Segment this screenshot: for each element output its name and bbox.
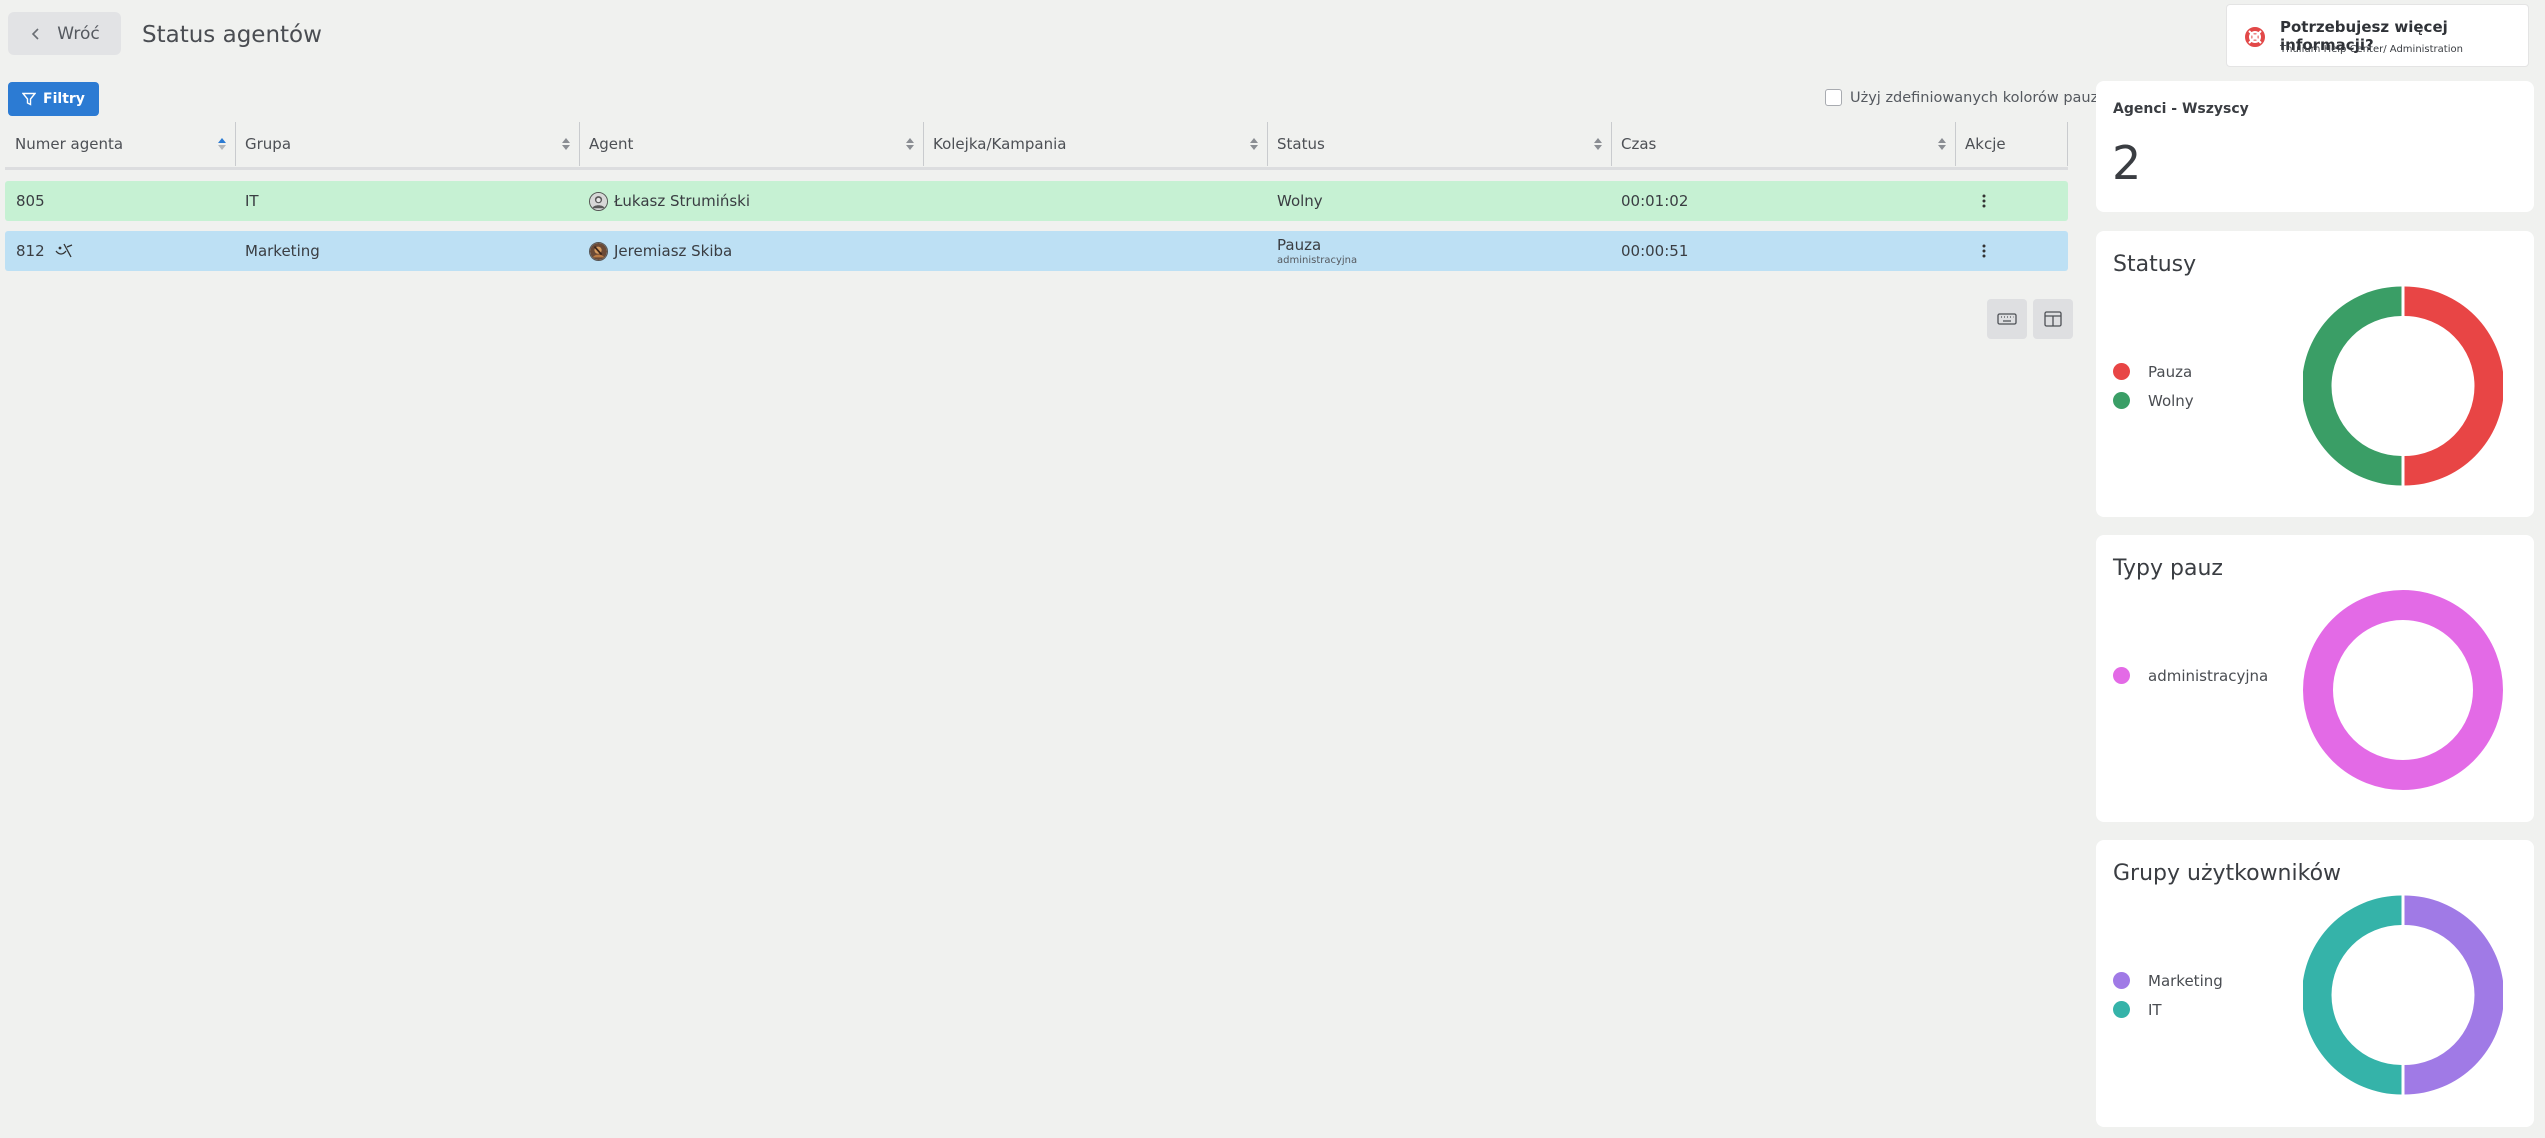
back-button[interactable]: Wróć bbox=[8, 12, 121, 55]
legend-label: Pauza bbox=[2148, 362, 2193, 381]
sort-ascending-icon[interactable] bbox=[217, 137, 227, 151]
kebab-menu-icon[interactable] bbox=[1982, 242, 1986, 260]
kebab-menu-icon[interactable] bbox=[1982, 192, 1986, 210]
legend-label: administracyjna bbox=[2148, 666, 2269, 685]
help-center-box[interactable]: Potrzebujesz więcej informacji? Thulium … bbox=[2226, 4, 2529, 67]
table-row[interactable]: 812 Marketing Jeremiasz Skiba Pauza admi… bbox=[5, 231, 2068, 271]
page-title: Status agentów bbox=[142, 22, 322, 48]
legend-dot bbox=[2113, 392, 2130, 409]
column-header-label: Grupa bbox=[245, 134, 292, 153]
column-header-label: Czas bbox=[1621, 134, 1657, 153]
statuses-card: Statusy Pauza Wolny bbox=[2096, 231, 2534, 517]
agent-number-cell: 812 bbox=[16, 231, 74, 271]
statuses-title: Statusy bbox=[2113, 252, 2197, 277]
legend-item[interactable]: Wolny bbox=[2113, 386, 2194, 415]
back-button-label: Wróć bbox=[57, 23, 100, 44]
user-groups-legend: Marketing IT bbox=[2113, 966, 2223, 1024]
legend-label: Wolny bbox=[2148, 391, 2194, 410]
sort-icon[interactable] bbox=[905, 137, 915, 151]
donut-slice-pause[interactable] bbox=[2404, 286, 2504, 486]
user-groups-title: Grupy użytkowników bbox=[2113, 861, 2342, 886]
pause-emotion-icon bbox=[55, 243, 72, 258]
avatar bbox=[589, 241, 608, 261]
column-header-agent-number[interactable]: Numer agenta bbox=[5, 120, 235, 167]
agent-name: Łukasz Strumiński bbox=[614, 192, 751, 210]
columns-button[interactable] bbox=[2033, 299, 2073, 339]
legend-item[interactable]: administracyjna bbox=[2113, 661, 2268, 690]
agent-name: Jeremiasz Skiba bbox=[614, 242, 733, 260]
legend-label: Marketing bbox=[2148, 971, 2223, 990]
agent-cell: Jeremiasz Skiba bbox=[589, 231, 732, 271]
time-cell: 00:01:02 bbox=[1621, 192, 1689, 210]
legend-item[interactable]: Pauza bbox=[2113, 357, 2194, 386]
user-groups-donut-chart bbox=[2303, 895, 2503, 1095]
agent-number: 812 bbox=[16, 242, 45, 260]
filter-icon bbox=[22, 92, 37, 106]
keyboard-shortcuts-button[interactable] bbox=[1987, 299, 2027, 339]
user-groups-card: Grupy użytkowników Marketing IT bbox=[2096, 840, 2534, 1127]
donut-slice-administrative[interactable] bbox=[2303, 590, 2503, 790]
pause-types-title: Typy pauz bbox=[2113, 556, 2223, 581]
agents-count-value: 2 bbox=[2112, 136, 2142, 190]
status-label: Pauza bbox=[1277, 236, 1322, 254]
agents-count-card: Agenci - Wszyscy 2 bbox=[2096, 81, 2534, 212]
column-header-actions: Akcje bbox=[1955, 120, 2065, 167]
legend-dot bbox=[2113, 972, 2130, 989]
agent-number-cell: 805 bbox=[16, 192, 45, 210]
column-header-label: Agent bbox=[589, 134, 634, 153]
legend-item[interactable]: IT bbox=[2113, 995, 2223, 1024]
pause-colors-checkbox[interactable] bbox=[1825, 89, 1842, 106]
column-header-label: Akcje bbox=[1965, 134, 2006, 153]
status-label: Wolny bbox=[1277, 192, 1323, 210]
column-header-label: Numer agenta bbox=[15, 134, 124, 153]
pause-types-legend: administracyjna bbox=[2113, 661, 2268, 690]
table-header: Numer agenta Grupa Agent Kolejka/Kampani… bbox=[5, 120, 2068, 170]
sort-icon[interactable] bbox=[1593, 137, 1603, 151]
donut-slice-free[interactable] bbox=[2303, 286, 2402, 486]
sort-icon[interactable] bbox=[561, 137, 571, 151]
status-sublabel: administracyjna bbox=[1277, 255, 1358, 266]
column-header-time[interactable]: Czas bbox=[1611, 120, 1955, 167]
column-header-queue[interactable]: Kolejka/Kampania bbox=[923, 120, 1267, 167]
pause-colors-toggle[interactable]: Użyj zdefiniowanych kolorów pauz bbox=[1825, 89, 2098, 106]
columns-icon bbox=[2044, 311, 2062, 327]
donut-slice-it[interactable] bbox=[2303, 895, 2402, 1095]
group-cell: IT bbox=[245, 192, 259, 210]
status-cell: Wolny bbox=[1277, 181, 1323, 221]
column-header-label: Status bbox=[1277, 134, 1325, 153]
table-row[interactable]: 805 IT Łukasz Strumiński Wolny 00:01:02 bbox=[5, 181, 2068, 221]
legend-item[interactable]: Marketing bbox=[2113, 966, 2223, 995]
group-cell: Marketing bbox=[245, 242, 320, 260]
column-header-agent[interactable]: Agent bbox=[579, 120, 923, 167]
filters-button[interactable]: Filtry bbox=[8, 82, 99, 116]
statuses-legend: Pauza Wolny bbox=[2113, 357, 2194, 415]
status-cell: Pauza administracyjna bbox=[1277, 231, 1357, 271]
sort-icon[interactable] bbox=[1937, 137, 1947, 151]
help-subtitle[interactable]: Thulium Help Center/ Administration bbox=[2280, 44, 2463, 55]
pause-types-donut-chart bbox=[2303, 590, 2503, 790]
keyboard-icon bbox=[1997, 313, 2017, 325]
help-lifebuoy-icon bbox=[2245, 27, 2265, 47]
sort-icon[interactable] bbox=[1249, 137, 1259, 151]
statuses-donut-chart bbox=[2303, 286, 2503, 486]
column-header-status[interactable]: Status bbox=[1267, 120, 1611, 167]
pause-colors-label: Użyj zdefiniowanych kolorów pauz bbox=[1850, 89, 2099, 106]
legend-label: IT bbox=[2148, 1000, 2162, 1019]
donut-slice-marketing[interactable] bbox=[2404, 895, 2504, 1095]
avatar bbox=[589, 191, 608, 211]
legend-dot bbox=[2113, 363, 2130, 380]
chevron-left-icon bbox=[32, 27, 39, 40]
column-header-label: Kolejka/Kampania bbox=[933, 134, 1067, 153]
agent-cell: Łukasz Strumiński bbox=[589, 181, 750, 221]
legend-dot bbox=[2113, 1001, 2130, 1018]
pause-types-card: Typy pauz administracyjna bbox=[2096, 535, 2534, 822]
time-cell: 00:00:51 bbox=[1621, 242, 1689, 260]
agents-count-label: Agenci - Wszyscy bbox=[2113, 101, 2249, 117]
filters-label: Filtry bbox=[43, 91, 85, 107]
column-header-group[interactable]: Grupa bbox=[235, 120, 579, 167]
legend-dot bbox=[2113, 667, 2130, 684]
